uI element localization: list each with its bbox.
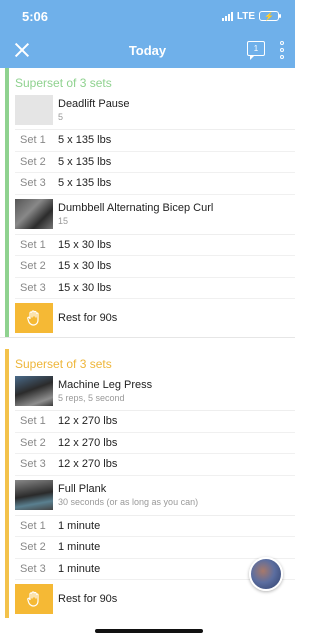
set-row[interactable]: Set 2 15 x 30 lbs	[15, 256, 295, 278]
set-label: Set 2	[20, 436, 46, 449]
set-value: 15 x 30 lbs	[58, 260, 112, 273]
superset-1: Superset of 3 sets Deadlift Pause 5 Set …	[5, 68, 295, 337]
set-row[interactable]: Set 1 1 minute	[15, 516, 295, 537]
workout-list: Superset of 3 sets Deadlift Pause 5 Set …	[0, 68, 295, 640]
set-value: 12 x 270 lbs	[58, 436, 118, 449]
exercise-name: Full Plank	[58, 483, 107, 495]
set-value: 12 x 270 lbs	[58, 415, 118, 428]
hand-icon	[15, 584, 53, 614]
hand-icon	[15, 303, 53, 333]
set-row[interactable]: Set 1 5 x 135 lbs	[15, 130, 295, 152]
set-label: Set 3	[20, 281, 46, 294]
set-label: Set 2	[20, 541, 46, 554]
set-label: Set 2	[20, 260, 46, 273]
set-label: Set 1	[20, 415, 46, 428]
exercise-reps: 30 seconds (or as long as you can)	[58, 497, 199, 507]
set-row[interactable]: Set 2 1 minute	[15, 537, 295, 559]
chat-badge: 1	[253, 44, 259, 53]
superset-header: Superset of 3 sets	[15, 76, 112, 90]
network-label: LTE	[236, 10, 255, 22]
battery-icon: ⚡	[259, 11, 281, 21]
set-row[interactable]: Set 2 5 x 135 lbs	[15, 152, 295, 173]
avatar[interactable]	[249, 557, 283, 591]
set-row[interactable]: Set 1 12 x 270 lbs	[15, 411, 295, 433]
set-label: Set 2	[20, 155, 46, 168]
exercise-thumbnail	[15, 480, 53, 510]
set-row[interactable]: Set 3 15 x 30 lbs	[15, 278, 295, 299]
exercise-reps: 5 reps, 5 second	[58, 392, 125, 403]
set-value: 15 x 30 lbs	[58, 238, 112, 251]
set-row[interactable]: Set 3 12 x 270 lbs	[15, 454, 295, 476]
exercise-thumbnail	[15, 375, 53, 406]
home-indicator[interactable]	[95, 629, 203, 633]
set-value: 5 x 135 lbs	[58, 155, 112, 168]
status-bar: 5:06 LTE ⚡	[0, 0, 295, 32]
exercise-thumbnail	[15, 199, 53, 229]
superset-header: Superset of 3 sets	[15, 357, 112, 371]
set-label: Set 3	[20, 177, 46, 190]
set-value: 1 minute	[58, 562, 101, 575]
set-label: Set 1	[20, 134, 46, 147]
chat-icon[interactable]: 1	[247, 41, 265, 60]
rest-label: Rest for 90s	[58, 312, 118, 324]
set-value: 5 x 135 lbs	[58, 134, 112, 147]
rest-label: Rest for 90s	[58, 593, 118, 605]
status-time: 5:06	[22, 8, 49, 24]
set-value: 5 x 135 lbs	[58, 177, 112, 190]
set-label: Set 1	[20, 519, 46, 532]
exercise-bicep-curl[interactable]: Dumbbell Alternating Bicep Curl 15	[15, 195, 295, 235]
set-label: Set 3	[20, 458, 46, 471]
close-icon[interactable]	[14, 42, 30, 58]
set-row[interactable]: Set 1 15 x 30 lbs	[15, 235, 295, 256]
exercise-reps: 5	[58, 111, 64, 122]
set-label: Set 3	[20, 562, 46, 575]
set-value: 12 x 270 lbs	[58, 458, 118, 471]
set-row[interactable]: Set 3 5 x 135 lbs	[15, 173, 295, 195]
rest-row[interactable]: Rest for 90s	[15, 299, 295, 337]
set-label: Set 1	[20, 238, 46, 251]
exercise-deadlift-pause[interactable]: Deadlift Pause 5	[15, 90, 295, 130]
set-value: 15 x 30 lbs	[58, 281, 112, 294]
section-divider	[0, 337, 295, 349]
exercise-full-plank[interactable]: Full Plank 30 seconds (or as long as you…	[15, 476, 295, 516]
set-value: 1 minute	[58, 519, 101, 532]
exercise-name: Machine Leg Press	[58, 378, 153, 391]
set-row[interactable]: Set 2 12 x 270 lbs	[15, 433, 295, 454]
exercise-thumbnail	[15, 94, 53, 125]
nav-bar: Today 1	[0, 32, 295, 68]
more-vertical-icon[interactable]	[279, 41, 285, 59]
exercise-leg-press[interactable]: Machine Leg Press 5 reps, 5 second	[15, 371, 295, 411]
page-title: Today	[128, 42, 167, 58]
exercise-reps: 15	[58, 216, 69, 226]
set-value: 1 minute	[58, 541, 101, 554]
exercise-name: Dumbbell Alternating Bicep Curl	[58, 202, 214, 214]
status-indicators: LTE ⚡	[221, 10, 281, 22]
signal-icon	[221, 11, 233, 21]
exercise-name: Deadlift Pause	[58, 97, 130, 110]
